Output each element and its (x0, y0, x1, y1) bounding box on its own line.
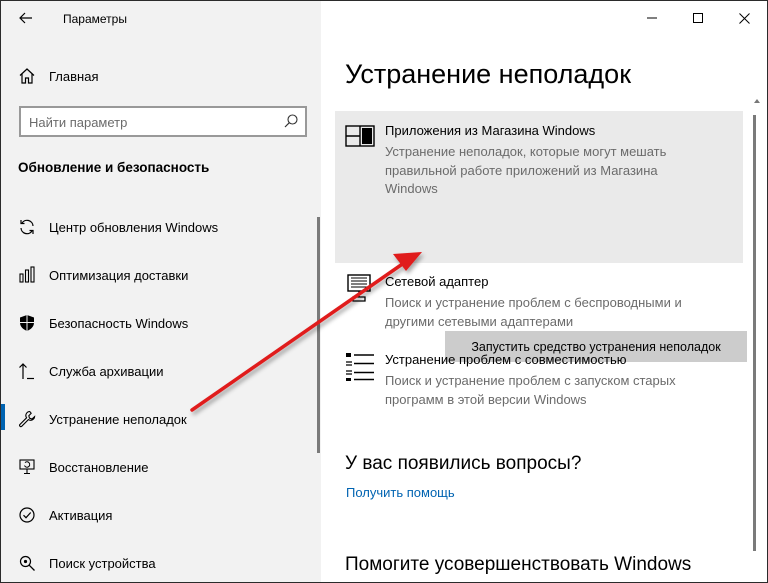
main-pane: Устранение неполадок Приложения из Магаз… (321, 1, 767, 582)
back-arrow-icon (19, 12, 32, 24)
sidebar-item-windows-security[interactable]: Безопасность Windows (1, 299, 317, 347)
troubleshooter-description: Поиск и устранение проблем с беспроводны… (385, 295, 682, 329)
main-scrollbar-thumb[interactable] (753, 115, 756, 551)
sidebar-item-label: Служба архивации (49, 364, 164, 379)
scroll-up-button[interactable] (753, 97, 761, 105)
sidebar-item-home[interactable]: Главная (1, 61, 321, 91)
back-button[interactable] (13, 7, 39, 29)
sidebar-item-recovery[interactable]: Восстановление (1, 443, 317, 491)
sync-icon (20, 219, 34, 235)
minimize-icon (647, 17, 657, 19)
sidebar-item-find-device[interactable]: Поиск устройства (1, 539, 317, 582)
maximize-icon (693, 13, 703, 23)
active-indicator (1, 404, 5, 430)
search-icon (284, 114, 298, 128)
shield-icon (20, 315, 34, 331)
sidebar-item-label: Устранение неполадок (49, 412, 187, 427)
find-device-icon (19, 555, 35, 571)
app-title: Параметры (63, 12, 127, 26)
troubleshooter-compatibility[interactable]: Устранение проблем с совместимостью Поис… (345, 352, 735, 412)
store-apps-icon (345, 125, 375, 147)
close-button[interactable] (721, 1, 767, 35)
delivery-icon (19, 266, 35, 283)
wrench-icon (19, 410, 36, 428)
close-icon (738, 12, 750, 24)
troubleshooter-name: Приложения из Магазина Windows (385, 123, 596, 138)
sidebar-scrollbar[interactable] (317, 217, 320, 453)
chevron-up-icon (754, 99, 760, 103)
troubleshooter-description: Поиск и устранение проблем с запуском ст… (385, 373, 676, 407)
sidebar-item-label: Главная (49, 69, 99, 84)
maximize-button[interactable] (675, 1, 721, 35)
improve-windows-title: Помогите усовершенствовать Windows (345, 554, 692, 575)
sidebar-item-activation[interactable]: Активация (1, 491, 317, 539)
sidebar-item-label: Поиск устройства (49, 556, 156, 571)
questions-title: У вас появились вопросы? (345, 453, 582, 474)
sidebar-item-label: Центр обновления Windows (49, 220, 219, 235)
title-bar: Параметры (1, 1, 321, 35)
sidebar-item-troubleshoot[interactable]: Устранение неполадок (1, 395, 317, 443)
troubleshooter-network-adapter[interactable]: Сетевой адаптер Поиск и устранение пробл… (345, 274, 735, 334)
sidebar-item-delivery-optimization[interactable]: Оптимизация доставки (1, 251, 317, 299)
section-title: Обновление и безопасность (18, 160, 210, 175)
page-title: Устранение неполадок (345, 59, 632, 89)
get-help-link[interactable]: Получить помощь (346, 485, 455, 500)
minimize-button[interactable] (629, 1, 675, 35)
window-controls (629, 1, 767, 35)
troubleshooter-description: Устранение неполадок, которые могут меша… (385, 144, 667, 196)
troubleshooter-store-apps-card[interactable]: Приложения из Магазина Windows Устранени… (335, 111, 747, 362)
activation-icon (19, 507, 35, 523)
sidebar-item-windows-update[interactable]: Центр обновления Windows (1, 203, 317, 251)
sidebar-nav: Центр обновления Windows Оптимизация дос… (1, 203, 317, 582)
settings-window: Параметры Главная Обновление и безопасно… (0, 0, 768, 583)
sidebar: Параметры Главная Обновление и безопасно… (1, 1, 321, 582)
compatibility-icon (346, 353, 374, 381)
search-box[interactable] (19, 106, 307, 137)
sidebar-item-backup[interactable]: Служба архивации (1, 347, 317, 395)
sidebar-item-label: Восстановление (49, 460, 149, 475)
backup-icon (19, 363, 34, 380)
search-input[interactable] (29, 113, 269, 131)
recovery-icon (19, 459, 35, 475)
sidebar-item-label: Оптимизация доставки (49, 268, 189, 283)
network-adapter-icon (347, 274, 371, 302)
troubleshooter-store-apps: Приложения из Магазина Windows Устранени… (345, 123, 735, 213)
troubleshooter-name: Устранение проблем с совместимостью (385, 352, 627, 367)
home-icon (19, 68, 35, 84)
sidebar-item-label: Безопасность Windows (49, 316, 189, 331)
sidebar-item-label: Активация (49, 508, 113, 523)
troubleshooter-name: Сетевой адаптер (385, 274, 489, 289)
